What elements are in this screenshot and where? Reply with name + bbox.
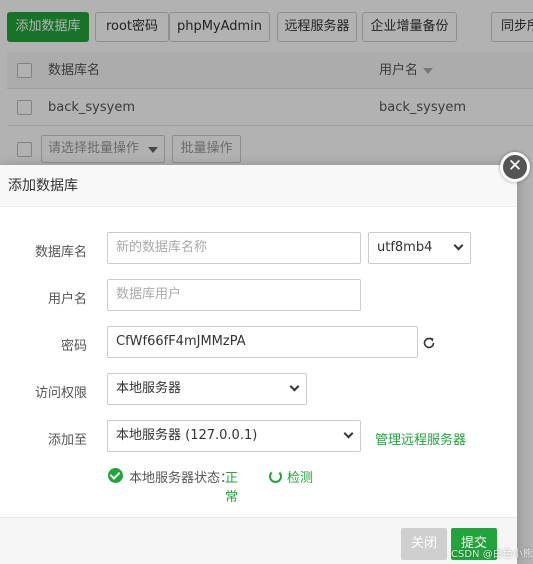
close-button[interactable]: 关闭 xyxy=(401,528,447,560)
username-input[interactable]: 数据库用户 xyxy=(107,279,361,311)
dialog-footer: 关闭 提交 xyxy=(0,517,517,564)
password-label: 密码 xyxy=(60,339,87,354)
check-circle-icon xyxy=(108,468,123,483)
access-select[interactable]: 本地服务器 xyxy=(107,373,307,405)
add-to-label: 添加至 xyxy=(47,433,87,448)
check-status-link[interactable]: 检测 xyxy=(287,467,313,486)
chevron-down-icon xyxy=(289,381,300,392)
dialog-title: 添加数据库 xyxy=(0,165,517,207)
watermark: CSDN @白色小熊 xyxy=(451,549,533,560)
access-label: 访问权限 xyxy=(34,386,87,401)
charset-value: utf8mb4 xyxy=(377,240,433,255)
chevron-down-icon xyxy=(453,240,464,251)
db-name-input[interactable]: 新的数据库名称 xyxy=(107,232,361,264)
charset-select[interactable]: utf8mb4 xyxy=(368,232,471,264)
add-to-select[interactable]: 本地服务器 (127.0.0.1) xyxy=(107,420,361,452)
manage-remote-server-link[interactable]: 管理远程服务器 xyxy=(375,429,466,448)
password-input[interactable]: CfWf66fF4mJMMzPA xyxy=(107,326,418,358)
refresh-icon[interactable] xyxy=(422,336,436,350)
refresh-circle-icon xyxy=(269,470,282,483)
chevron-down-icon xyxy=(343,428,354,439)
add-database-dialog: 添加数据库 数据库名 新的数据库名称 utf8mb4 用户名 数据库用户 密码 … xyxy=(0,165,517,564)
db-name-label: 数据库名 xyxy=(34,245,87,260)
username-label: 用户名 xyxy=(47,292,87,307)
access-value: 本地服务器 xyxy=(116,381,182,396)
add-to-value: 本地服务器 (127.0.0.1) xyxy=(116,428,258,443)
status-label: 本地服务器状态： xyxy=(129,471,234,486)
close-icon[interactable]: ✕ xyxy=(500,152,530,182)
status-value: 正常 xyxy=(225,471,239,505)
